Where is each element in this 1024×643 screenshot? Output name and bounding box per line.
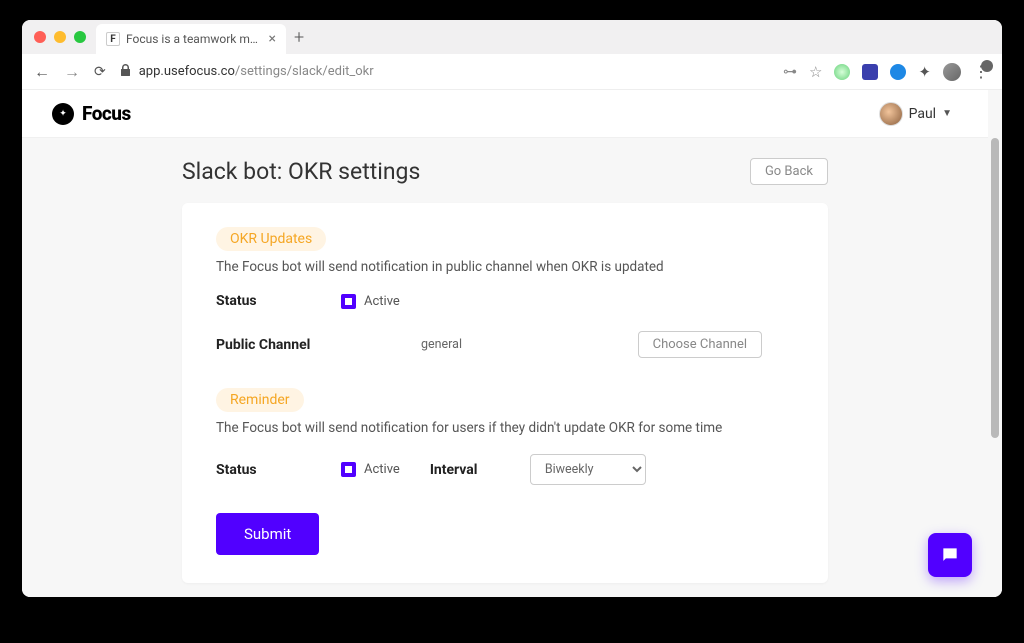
user-menu[interactable]: Paul ▼	[879, 102, 952, 126]
submit-button[interactable]: Submit	[216, 513, 319, 555]
extensions-puzzle-icon[interactable]: ✦	[918, 63, 931, 81]
window-more-icon[interactable]	[980, 58, 994, 77]
choose-channel-button[interactable]: Choose Channel	[638, 331, 762, 358]
chevron-down-icon: ▼	[942, 108, 952, 119]
lock-icon	[120, 64, 131, 79]
reminder-interval-select[interactable]: Biweekly	[530, 454, 646, 485]
logo-mark-icon: ✦	[52, 103, 74, 125]
go-back-button[interactable]: Go Back	[750, 158, 828, 185]
chat-widget-button[interactable]	[928, 533, 972, 577]
app-header: ✦ Focus Paul ▼	[22, 90, 988, 138]
okr-channel-row: Public Channel general Choose Channel	[216, 331, 794, 358]
browser-window: F Focus is a teamwork managem × + ← → ⟳ …	[22, 20, 1002, 597]
key-icon[interactable]: ⊶	[783, 64, 797, 80]
section-okr-updates: OKR Updates The Focus bot will send noti…	[216, 227, 794, 358]
maximize-window-button[interactable]	[74, 31, 86, 43]
settings-card: OKR Updates The Focus bot will send noti…	[182, 203, 828, 583]
main-content: Slack bot: OKR settings Go Back OKR Upda…	[182, 158, 828, 583]
close-window-button[interactable]	[34, 31, 46, 43]
section-pill-reminder: Reminder	[216, 388, 304, 412]
reminder-status-label: Status	[216, 462, 341, 478]
okr-channel-value: general	[421, 337, 462, 352]
extension-icon-2[interactable]	[862, 64, 878, 80]
okr-channel-label: Public Channel	[216, 337, 341, 353]
bookmark-star-icon[interactable]: ☆	[809, 63, 822, 81]
section-pill-okr: OKR Updates	[216, 227, 326, 251]
forward-button[interactable]: →	[64, 62, 80, 82]
back-button[interactable]: ←	[34, 62, 50, 82]
okr-status-value: Active	[364, 294, 400, 309]
profile-avatar-icon[interactable]	[943, 63, 961, 81]
url-field[interactable]: app.usefocus.co/settings/slack/edit_okr	[120, 64, 769, 79]
new-tab-button[interactable]: +	[294, 27, 304, 48]
traffic-lights	[34, 31, 86, 43]
reminder-interval-label: Interval	[430, 462, 530, 478]
chat-icon	[940, 545, 960, 565]
minimize-window-button[interactable]	[54, 31, 66, 43]
reminder-status-value: Active	[364, 462, 400, 477]
reload-button[interactable]: ⟳	[94, 64, 106, 80]
logo-text: Focus	[82, 102, 131, 125]
toolbar-icons: ⊶ ☆ ✦ ⋮	[783, 62, 990, 81]
reminder-status-row: Status Active Interval Biweekly	[216, 454, 794, 485]
tab-favicon: F	[106, 32, 120, 46]
titlebar: F Focus is a teamwork managem × +	[22, 20, 1002, 54]
address-bar: ← → ⟳ app.usefocus.co/settings/slack/edi…	[22, 54, 1002, 90]
extension-icon-1[interactable]	[834, 64, 850, 80]
reminder-status-checkbox[interactable]	[341, 462, 356, 477]
scrollbar-thumb[interactable]	[991, 138, 999, 438]
page-viewport: ✦ Focus Paul ▼ Slack bot: OKR settings G…	[22, 90, 1002, 597]
scrollbar-track	[990, 90, 1000, 597]
extension-icon-3[interactable]	[890, 64, 906, 80]
url-host: app.usefocus.co	[139, 64, 235, 79]
page-title: Slack bot: OKR settings	[182, 158, 420, 185]
url-path: /settings/slack/edit_okr	[235, 64, 374, 79]
page-header: Slack bot: OKR settings Go Back	[182, 158, 828, 185]
okr-status-checkbox[interactable]	[341, 294, 356, 309]
close-tab-icon[interactable]: ×	[269, 31, 276, 47]
app-logo[interactable]: ✦ Focus	[52, 102, 131, 125]
user-avatar	[879, 102, 903, 126]
okr-status-row: Status Active	[216, 293, 794, 309]
user-name: Paul	[909, 106, 937, 122]
browser-tab[interactable]: F Focus is a teamwork managem ×	[96, 24, 286, 54]
reminder-description: The Focus bot will send notification for…	[216, 420, 794, 436]
tab-title: Focus is a teamwork managem	[126, 32, 263, 46]
section-reminder: Reminder The Focus bot will send notific…	[216, 388, 794, 485]
okr-status-label: Status	[216, 293, 341, 309]
okr-description: The Focus bot will send notification in …	[216, 259, 794, 275]
